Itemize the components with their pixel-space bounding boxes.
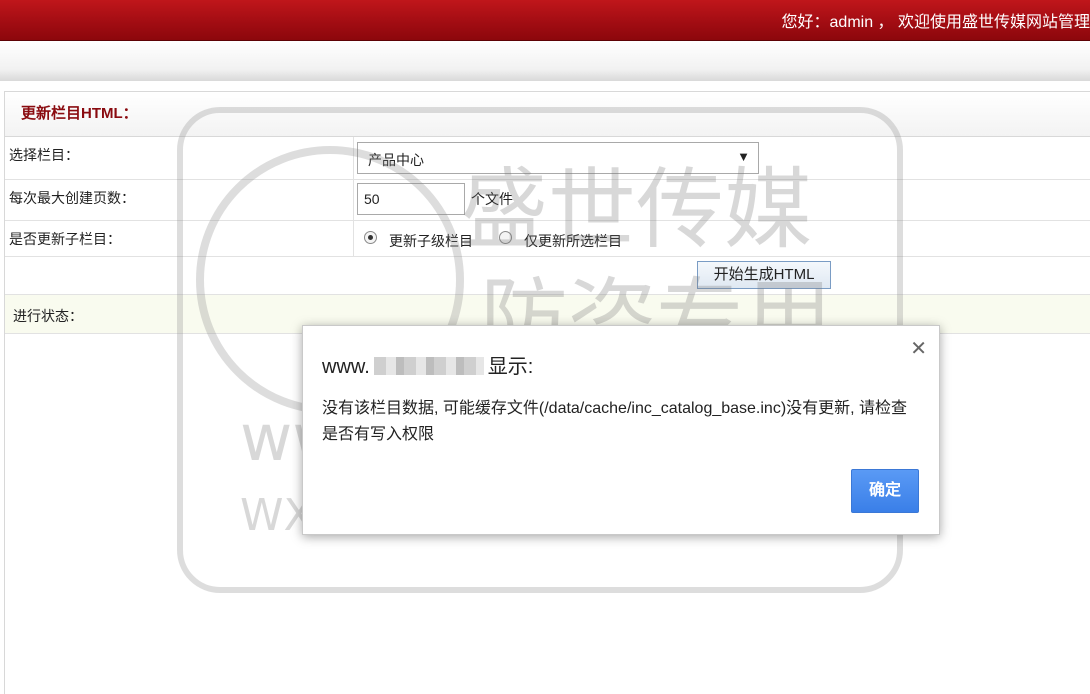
top-header-bar: 您好：admin ， 欢迎使用盛世传媒网站管理 — [0, 0, 1090, 41]
max-pages-label: 每次最大创建页数： — [9, 190, 135, 206]
ok-button[interactable]: 确定 — [851, 469, 919, 513]
category-select-value: 产品中心 — [368, 152, 424, 168]
panel-title: 更新栏目HTML： — [5, 92, 1090, 137]
update-children-label: 是否更新子栏目： — [9, 231, 121, 247]
sub-header-bar — [0, 41, 1090, 81]
radio-update-children-label[interactable]: 更新子级栏目 — [389, 231, 473, 251]
max-pages-row: 每次最大创建页数： 50 个文件 — [5, 180, 1090, 221]
generate-row: 开始生成HTML — [5, 257, 1090, 295]
radio-update-selected-only[interactable] — [499, 231, 512, 244]
update-children-row: 是否更新子栏目： 更新子级栏目 仅更新所选栏目 — [5, 221, 1090, 257]
status-label: 进行状态： — [13, 308, 83, 324]
select-category-row: 选择栏目： 产品中心 ▼ — [5, 137, 1090, 180]
welcome-text: 您好：admin ， 欢迎使用盛世传媒网站管理 — [781, 14, 1090, 31]
radio-update-selected-only-label[interactable]: 仅更新所选栏目 — [524, 231, 622, 251]
dialog-title: www. 显示: — [322, 350, 533, 379]
redacted-domain — [373, 357, 484, 375]
radio-update-children[interactable] — [364, 231, 377, 244]
select-category-label: 选择栏目： — [9, 147, 79, 163]
dialog-title-suffix: 显示: — [487, 356, 534, 378]
generate-html-button[interactable]: 开始生成HTML — [697, 261, 831, 289]
dialog-message: 没有该栏目数据, 可能缓存文件(/data/cache/inc_catalog_… — [322, 400, 908, 443]
alert-dialog: www. 显示: ✕ 没有该栏目数据, 可能缓存文件(/data/cache/in… — [302, 325, 940, 535]
category-select[interactable]: 产品中心 ▼ — [357, 142, 759, 174]
max-pages-unit: 个文件 — [471, 191, 513, 207]
max-pages-input[interactable]: 50 — [357, 183, 465, 215]
chevron-down-icon: ▼ — [737, 149, 750, 164]
close-icon[interactable]: ✕ — [910, 336, 927, 361]
dialog-title-prefix: www. — [322, 356, 370, 378]
